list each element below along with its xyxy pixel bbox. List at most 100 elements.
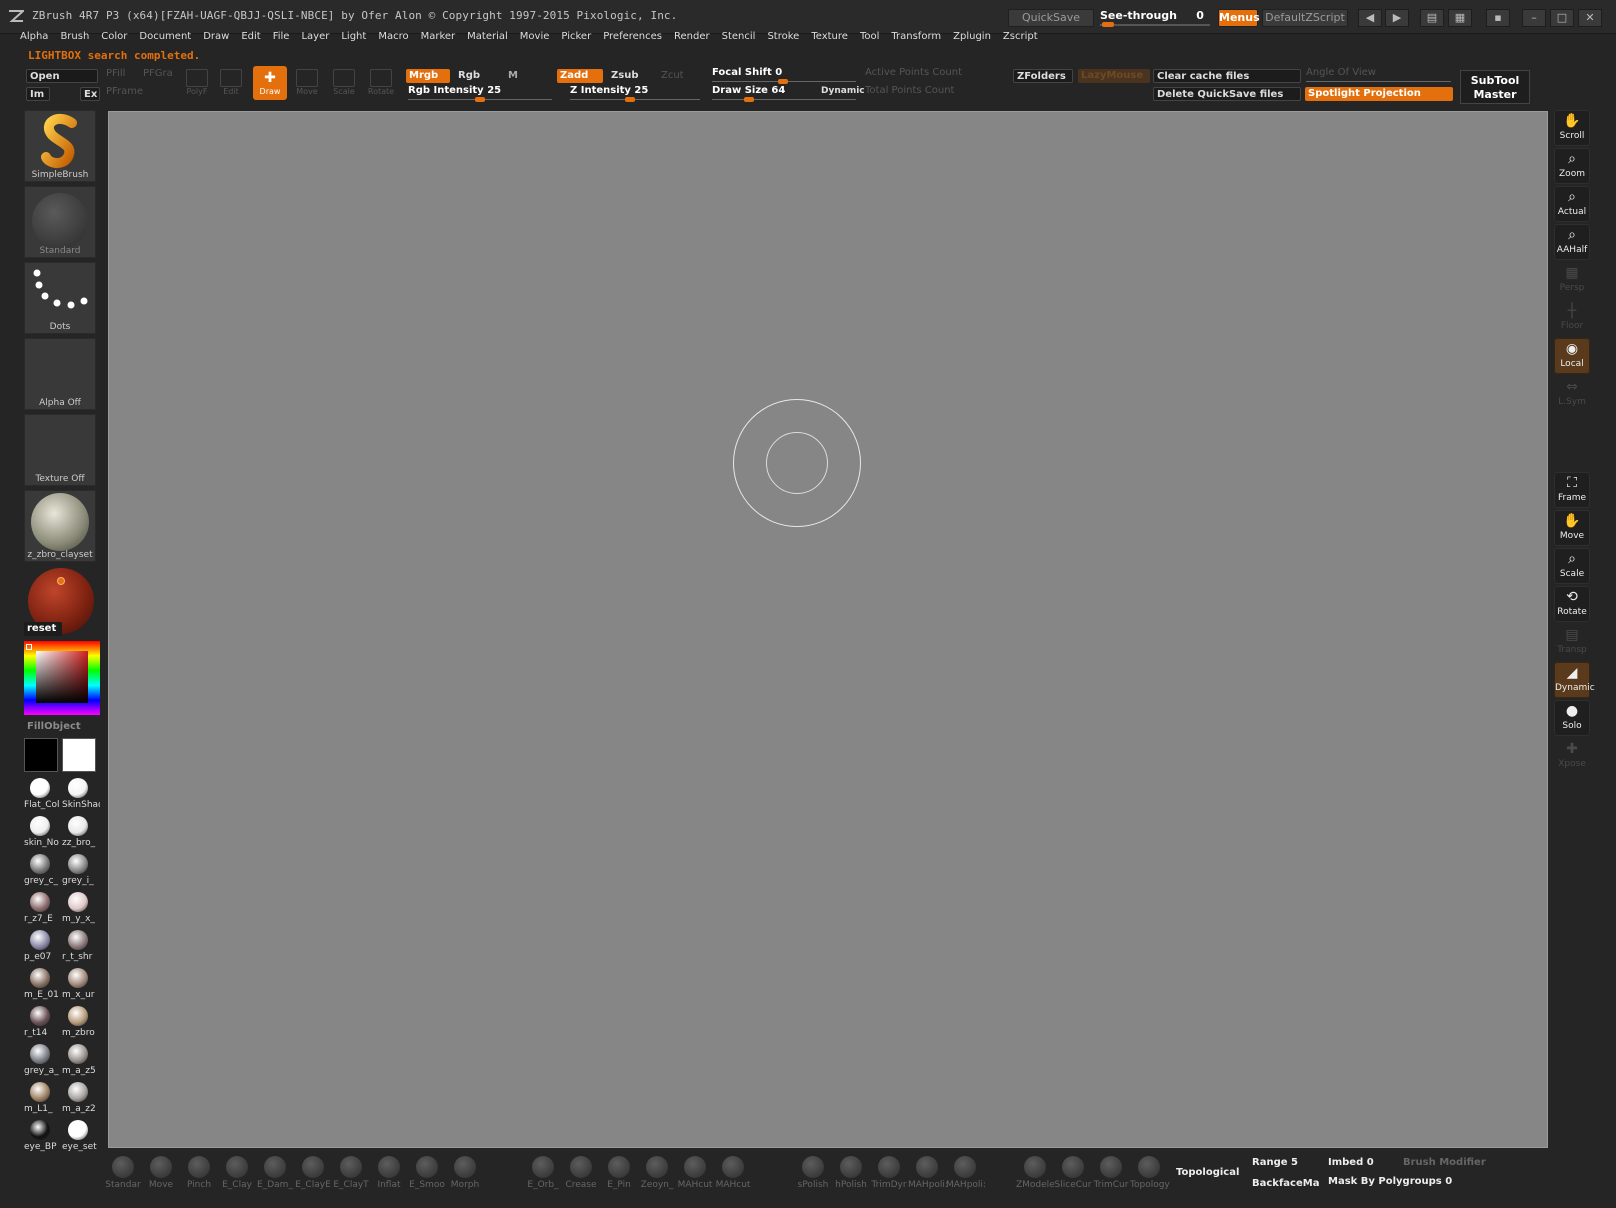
color-picker[interactable] xyxy=(24,641,100,715)
rgb-intensity-knob[interactable] xyxy=(475,97,485,102)
frame-button[interactable]: ⛶ Frame xyxy=(1554,472,1590,508)
quicksave-button[interactable]: QuickSave xyxy=(1008,9,1094,27)
edit-button[interactable]: Edit xyxy=(214,66,248,100)
texture-selector[interactable]: Texture Off xyxy=(24,414,96,486)
secondary-color-swatch[interactable] xyxy=(62,738,96,772)
scale-button[interactable]: ⌕ Scale xyxy=(1554,548,1590,584)
menu-stencil[interactable]: Stencil xyxy=(722,31,756,42)
range-slider[interactable]: Range 5 xyxy=(1252,1157,1298,1168)
default-zscript-button[interactable]: DefaultZScript xyxy=(1262,9,1348,27)
material-swatch[interactable] xyxy=(30,854,50,874)
import-button[interactable]: Im xyxy=(26,87,50,101)
menu-brush[interactable]: Brush xyxy=(60,31,89,42)
brush-slot[interactable]: MAHcut xyxy=(714,1156,752,1190)
material-swatch[interactable] xyxy=(68,854,88,874)
brush-modifier-slider[interactable]: Brush Modifier xyxy=(1403,1157,1486,1168)
brush-slot[interactable]: MAHcut xyxy=(676,1156,714,1190)
material-swatch[interactable] xyxy=(68,892,88,912)
polyframe-button[interactable]: PolyF xyxy=(180,66,214,100)
zcut-button[interactable]: Zcut xyxy=(658,69,694,83)
brush-slot[interactable]: E_ClayE xyxy=(294,1156,332,1190)
material-swatch[interactable] xyxy=(30,778,50,798)
minimize-icon[interactable]: – xyxy=(1522,9,1546,27)
menu-texture[interactable]: Texture xyxy=(811,31,848,42)
brush-slot[interactable]: Morph xyxy=(446,1156,484,1190)
floor-button[interactable]: ┼ Floor xyxy=(1554,300,1590,336)
brush-slot[interactable]: E_Orb_ xyxy=(524,1156,562,1190)
brush-slot[interactable]: Move xyxy=(142,1156,180,1190)
brush-slot[interactable]: SliceCur xyxy=(1054,1156,1092,1190)
pframe-slider[interactable]: PFrame xyxy=(103,85,153,99)
menu-edit[interactable]: Edit xyxy=(241,31,260,42)
menu-document[interactable]: Document xyxy=(139,31,191,42)
brush-slot[interactable]: E_Clay xyxy=(218,1156,256,1190)
scale-button[interactable]: Scale xyxy=(327,66,361,100)
alpha-selector[interactable]: Alpha Off xyxy=(24,338,96,410)
mrgb-button[interactable]: Mrgb xyxy=(406,69,450,83)
m-button[interactable]: M xyxy=(505,69,549,83)
persp-button[interactable]: ▦ Persp xyxy=(1554,262,1590,298)
angle-of-view-slider[interactable]: Angle Of View xyxy=(1306,67,1451,85)
material-swatch[interactable] xyxy=(30,1120,50,1140)
pfill-button[interactable]: PFill xyxy=(103,67,133,81)
imbed-slider[interactable]: Imbed 0 xyxy=(1328,1157,1374,1168)
brush-slot[interactable]: MAHpoli: xyxy=(908,1156,948,1190)
rotate-button[interactable]: ⟲ Rotate xyxy=(1554,586,1590,622)
material-swatch[interactable] xyxy=(68,1082,88,1102)
zfolders-button[interactable]: ZFolders xyxy=(1013,69,1073,83)
material-swatch[interactable] xyxy=(68,778,88,798)
brush-slot[interactable]: Topology xyxy=(1130,1156,1170,1190)
topological-button[interactable]: Topological xyxy=(1176,1167,1239,1178)
color-square[interactable] xyxy=(36,651,88,703)
material-swatch[interactable] xyxy=(68,968,88,988)
rgb-button[interactable]: Rgb xyxy=(455,69,499,83)
brush-slot[interactable]: E_ClayT xyxy=(332,1156,370,1190)
menu-picker[interactable]: Picker xyxy=(561,31,591,42)
focal-shift-knob[interactable] xyxy=(778,79,788,84)
open-button[interactable]: Open xyxy=(26,69,98,83)
zadd-button[interactable]: Zadd xyxy=(557,69,603,83)
layout-icon[interactable]: ▤ xyxy=(1420,9,1444,27)
material-swatch[interactable] xyxy=(30,892,50,912)
brush-slot[interactable]: hPolish xyxy=(832,1156,870,1190)
palette-left-icon[interactable]: ◀ xyxy=(1358,9,1382,27)
brush-selector[interactable]: SimpleBrush xyxy=(24,110,96,182)
brush-slot[interactable]: Pinch xyxy=(180,1156,218,1190)
material-swatch[interactable] xyxy=(30,816,50,836)
l-sym-button[interactable]: ⇔ L.Sym xyxy=(1554,376,1590,412)
brush-slot[interactable]: MAHpoli: xyxy=(946,1156,986,1190)
move-button[interactable]: ✋ Move xyxy=(1554,510,1590,546)
delete-quicksave-button[interactable]: Delete QuickSave files xyxy=(1153,87,1301,101)
menu-movie[interactable]: Movie xyxy=(520,31,550,42)
primary-color-swatch[interactable] xyxy=(24,738,58,772)
z-intensity-knob[interactable] xyxy=(625,97,635,102)
pfgra-button[interactable]: PFGra xyxy=(140,67,176,81)
export-button[interactable]: Ex xyxy=(80,87,100,101)
focal-shift-slider[interactable]: Focal Shift 0 xyxy=(712,67,856,85)
stroke-type-selector[interactable]: Dots xyxy=(24,262,96,334)
menu-alpha[interactable]: Alpha xyxy=(20,31,48,42)
brush-slot[interactable]: Standar xyxy=(104,1156,142,1190)
menu-tool[interactable]: Tool xyxy=(860,31,879,42)
clear-cache-button[interactable]: Clear cache files xyxy=(1153,69,1301,83)
menu-file[interactable]: File xyxy=(273,31,290,42)
lazymouse-button[interactable]: LazyMouse xyxy=(1078,69,1150,83)
mask-by-polygroups-slider[interactable]: Mask By Polygroups 0 xyxy=(1328,1176,1452,1187)
material-swatch[interactable] xyxy=(30,968,50,988)
menu-marker[interactable]: Marker xyxy=(421,31,456,42)
material-selector[interactable]: z_zbro_clayset xyxy=(24,490,96,562)
lock-icon[interactable]: ▪ xyxy=(1486,9,1510,27)
menu-preferences[interactable]: Preferences xyxy=(603,31,662,42)
rgb-intensity-slider[interactable]: Rgb Intensity 25 xyxy=(408,85,552,103)
solo-button[interactable]: ● Solo xyxy=(1554,700,1590,736)
subtool-master-button[interactable]: SubTool Master xyxy=(1460,70,1530,104)
material-swatch[interactable] xyxy=(30,1006,50,1026)
brush-slot[interactable]: E_Smoo xyxy=(408,1156,446,1190)
menus-button[interactable]: Menus xyxy=(1218,9,1260,27)
brush-slot[interactable]: Inflat xyxy=(370,1156,408,1190)
xpose-button[interactable]: ✚ Xpose xyxy=(1554,738,1590,774)
brush-slot[interactable]: E_Dam_ xyxy=(256,1156,294,1190)
brush-slot[interactable]: E_Pin xyxy=(600,1156,638,1190)
layout-alt-icon[interactable]: ▦ xyxy=(1448,9,1472,27)
brush-slot[interactable]: sPolish xyxy=(794,1156,832,1190)
